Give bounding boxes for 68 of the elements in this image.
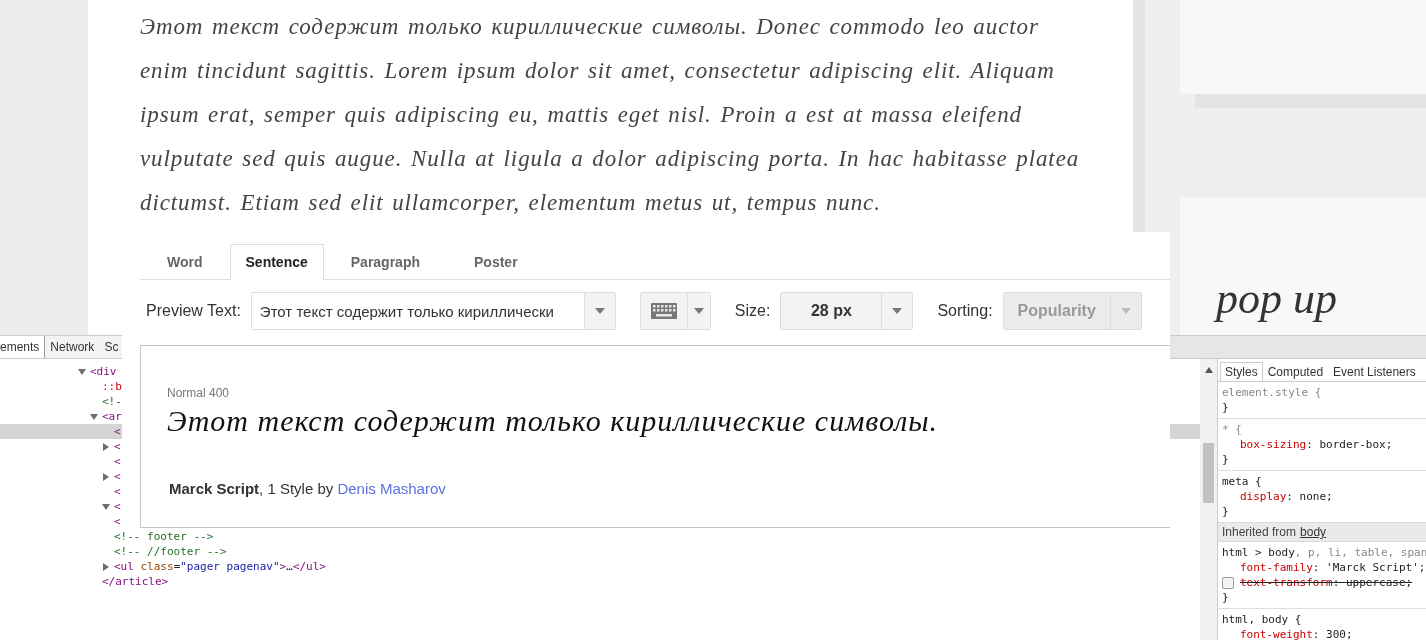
control-label: Size: <box>734 302 771 320</box>
keyboard-icon <box>650 303 677 319</box>
html-node-text[interactable]: < <box>114 485 121 498</box>
scrollbar[interactable] <box>1200 359 1217 640</box>
css-selector: * { <box>1222 422 1243 437</box>
html-node-text[interactable]: <!- <box>102 395 122 408</box>
body-link[interactable]: body <box>1300 525 1327 539</box>
styles-tab[interactable]: Styles <box>1220 362 1263 381</box>
control-label: Sorting: <box>937 302 993 320</box>
expanded-triangle-icon[interactable] <box>90 412 98 421</box>
html-node-text[interactable]: <!-- footer --> <box>114 530 214 543</box>
caret-icon <box>892 308 903 314</box>
font-style-label: Normal 400 <box>167 386 231 400</box>
html-node-text[interactable]: <ul class="pager pagenav">…</ul> <box>114 560 326 573</box>
preview-tab[interactable]: Paragraph <box>323 244 447 280</box>
font-sample-text: Этот текст содержит только кириллические символы. <box>167 404 940 438</box>
closing-brace: } <box>1222 590 1230 605</box>
html-node-text[interactable]: </article> <box>102 575 169 588</box>
expanded-triangle-icon[interactable] <box>78 367 86 376</box>
html-node-text[interactable]: ::b <box>102 380 122 393</box>
closing-brace: } <box>1222 400 1230 415</box>
caret-icon <box>594 308 605 314</box>
collapsed-triangle-icon[interactable] <box>102 472 110 481</box>
css-declaration: font-family: 'Marck Script'; <box>1240 560 1426 575</box>
css-selector: element.style { <box>1222 385 1323 400</box>
dropdown-caret-button[interactable] <box>583 293 615 329</box>
collapsed-triangle-icon[interactable] <box>102 562 110 571</box>
html-node-text[interactable]: < <box>114 440 121 453</box>
html-node-text[interactable]: <ar <box>102 410 122 423</box>
css-declaration: box-sizing: border-box; <box>1240 437 1393 452</box>
closing-brace: } <box>1222 504 1230 519</box>
dropdown-caret-button[interactable] <box>686 293 710 329</box>
designer-link[interactable]: Denis Masharov <box>337 480 446 497</box>
caret-icon <box>693 308 704 314</box>
css-selector: html, body { <box>1222 612 1303 627</box>
css-declaration: display: none; <box>1240 489 1333 504</box>
article-paragraph: Этот текст содержит только кириллические символы. Donec commodo leo auctor enim tincidunt sagittis. Lorem ipsum dolor sit amet, consectetur adipiscing elit. Aliquam ipsum erat, semper quis adipiscing eu, mattis eget nisl. Proin a est at massa eleifend vulputate sed quis augue. Nulla at ligula a dolor adipiscing porta. In hac habitasse platea dictumst. Etiam sed elit ullamcorper, elementum metus ut, tempus nunc. <box>139 13 1081 217</box>
devtools-tab[interactable]: Sc <box>99 336 124 358</box>
preview-tab[interactable]: Poster <box>447 244 545 280</box>
dropdown-caret-button[interactable] <box>881 293 913 329</box>
preview-tab[interactable]: Word <box>140 244 230 280</box>
html-node-text[interactable]: <div <box>90 365 117 378</box>
font-credit: Marck Script, 1 Style by Denis Masharov <box>169 480 447 497</box>
html-node-text[interactable]: < <box>114 500 121 513</box>
styles-tab[interactable]: Computed <box>1262 362 1329 381</box>
keyboard-button[interactable] <box>640 293 687 329</box>
html-node-text[interactable]: < <box>114 515 121 528</box>
closing-brace: } <box>1222 452 1230 467</box>
html-node-text[interactable]: < <box>114 455 121 468</box>
devtools-tab[interactable]: ements <box>0 336 46 358</box>
styles-tab[interactable]: Event Listeners <box>1328 362 1421 381</box>
html-node-text[interactable]: < <box>114 425 121 438</box>
control-label: Preview Text: <box>146 302 241 320</box>
preview-tab[interactable]: Sentence <box>229 244 324 280</box>
scrollbar-thumb[interactable] <box>1203 443 1214 503</box>
size-dropdown[interactable]: 28 px <box>781 293 882 329</box>
css-declaration: font-weight: 300; <box>1240 627 1353 640</box>
expanded-triangle-icon[interactable] <box>102 502 110 511</box>
checkbox[interactable] <box>1222 576 1234 589</box>
collapsed-triangle-icon[interactable] <box>102 442 110 451</box>
css-selector: meta { <box>1222 474 1263 489</box>
caret-icon <box>1120 308 1131 314</box>
html-node-text[interactable]: <!-- //footer --> <box>114 545 227 558</box>
devtools-tab[interactable]: Network <box>45 336 100 358</box>
scroll-up-icon[interactable] <box>1204 367 1213 373</box>
css-declaration: text-transform: uppercase; <box>1240 575 1413 590</box>
html-node-text[interactable]: < <box>114 470 121 483</box>
inherited-label: Inherited from <box>1222 525 1297 539</box>
